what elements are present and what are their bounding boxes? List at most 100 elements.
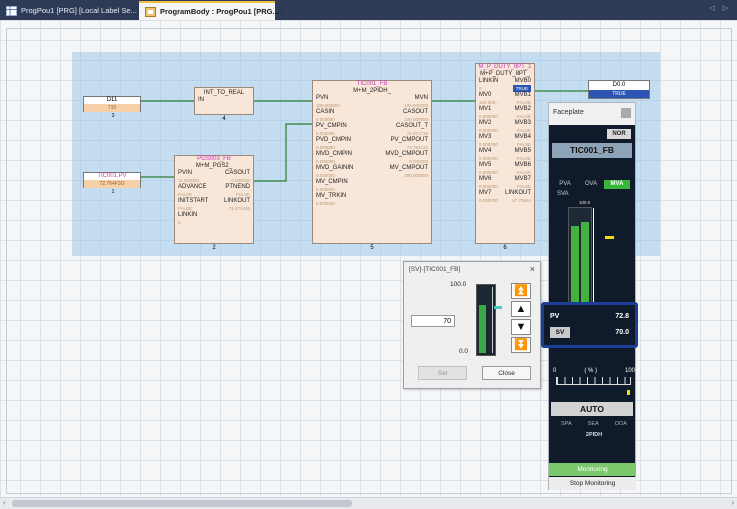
mv-marker-icon [627,390,630,395]
monitoring-button[interactable]: Monitoring [549,463,636,476]
sv-up-icon[interactable]: ▲ [511,301,531,317]
scroll-right-icon[interactable]: › [731,498,734,507]
block-row: 0.000000 FALSE [476,127,534,134]
scroll-thumb[interactable] [12,500,352,507]
scroll-left-icon[interactable]: ‹ [3,498,6,507]
horizontal-scrollbar[interactable]: ‹ › [0,497,737,509]
block-row-right: 72.764133 [406,145,428,150]
block-row: 0.000000 100.000000 [313,116,431,123]
mode-sva: SVA [557,191,569,197]
pv-sv-readout: PV 72.8 SV 70.0 [541,302,638,348]
block-row-right: MVB3 [514,120,531,126]
block-row-right: 100.000000 [404,103,428,108]
sv-gauge-ticks [490,287,493,353]
block-row-right: MV_CMPOUT [389,165,428,171]
block-row-left: MV0 [479,92,492,98]
algorithm-label: 2PIDH [585,432,603,438]
block-row: INITSTART LINKOUT [175,198,253,205]
sv-pointer-icon [605,236,614,239]
block-duty8pt-type: M+P_DUTY_8PT_ [480,71,530,77]
block-row: MV_TRKIN [313,193,431,200]
faceplate-header-title: Faceplate [553,109,584,116]
sv-dialog-title: [SV]-[TIC001_FB] [409,266,461,273]
block-row-left: PVN [316,95,329,101]
tab-local-label[interactable]: ProgPou1 [PRG] [Local Label Se... [0,1,137,20]
tab-scroll-icon[interactable]: ◁ ▷ [709,4,731,12]
block-int-to-real[interactable]: INT_TO_REAL IN [194,87,254,115]
block-row-left: FALSE [178,206,193,211]
var-d0[interactable]: D0.0 TRUE [588,80,650,99]
block-pgs003[interactable]: PGS003_FB M+M_PGS2_ PVIN CASOUT 11.000000 0… [174,155,254,244]
sv-input[interactable]: 70 [411,315,455,327]
block-row: 0.000000 FALSE [476,155,534,162]
mode-mva: MVA [604,180,630,189]
block-row: 100.000000 100.000000 [313,102,431,109]
faceplate-menu-icon[interactable] [621,108,631,118]
alarm-ooa: OOA [614,421,627,427]
block-row: 0.000000 FALSE [476,169,534,176]
block-row-left: 0.000000 [479,142,498,147]
block-row-left: 0.000000 [316,173,335,178]
tab-local-label-text: ProgPou1 [PRG] [Local Label Se... [21,6,137,15]
sv-max-down-icon[interactable]: ⏬ [511,337,531,353]
block-duty8pt-rows: LINKIN MVB0 0 TRUE MV0 MVB1 100.000... FALSE MV1… [476,78,534,204]
block-row-right: 71.871716 [406,131,428,136]
block-row-left: 0.000000 [479,184,498,189]
faceplate-header[interactable]: Faceplate [549,103,635,125]
block-row: MV3 MVB4 [476,134,534,141]
label-table-icon [6,5,17,16]
block-row: LINKIN [175,212,253,219]
block-row-right: LINKOUT [504,190,531,196]
var-tic-pv[interactable]: TIC001.PV 72.764F3O 1 [83,172,141,195]
block-row: ADVANCE PTNEND [175,184,253,191]
block-row: FALSE FALSE [175,191,253,198]
block-row: 0.000000 [313,186,431,193]
block-row: MV6 MVB7 [476,176,534,183]
alarm-labels: SPA SEA OOA [553,421,635,427]
block-row-left: MV3 [479,134,492,140]
block-row-left: 0.000000 [479,156,498,161]
sv-dialog-close-icon[interactable]: × [530,264,535,274]
nor-badge: NOR [607,129,631,139]
block-row-left: 0.000000 [479,170,498,175]
block-row-left: 0.000000 [479,198,498,203]
var-tic-pv-index: 1 [111,189,115,195]
auto-mode-button[interactable]: AUTO [551,402,633,416]
block-row-left: 0.000000 [316,201,335,206]
block-row: MV5 MVB6 [476,162,534,169]
tab-program-body[interactable]: ProgramBody : ProgPou1 [PRG... ✕ [139,1,285,20]
sv-max-up-icon[interactable]: ⏫ [511,283,531,299]
alarm-sea: SEA [587,421,599,427]
block-row: CASIN CASOUT [313,109,431,116]
block-tic001-rows: PVN MVN 100.000000 100.000000 CASIN CASOUT 0.0… [313,95,431,207]
stop-monitoring-button[interactable]: Stop Monitoring [549,477,636,490]
block-duty8pt[interactable]: M_P_DUTY_8PT_1 M+P_DUTY_8PT_ LINKIN MVB0 0… [475,63,535,244]
block-int-to-real-number: 4 [222,116,226,122]
pv-value: 72.8 [615,313,629,320]
block-row-left: MVD_CMPIN [316,151,353,157]
sv-button[interactable]: SV [550,327,570,338]
block-row-left: 0.000000 [479,114,498,119]
faceplate-modes: PVA OVA MVA [552,180,632,189]
var-d11[interactable]: D11 710 3 [83,96,141,119]
block-row-right: CASOUT_T [395,123,428,129]
block-row: MV_CMPIN [313,179,431,186]
block-row-left: PVD_CMPIN [316,137,352,143]
block-row-right: FALSE [516,114,531,119]
mv-scale-unit: ( % ) [584,368,597,374]
block-row-left: MV2 [479,120,492,126]
sv-gauge [476,284,496,356]
block-row: PVN MVN [313,95,431,102]
sv-down-icon[interactable]: ▼ [511,319,531,335]
mv-scale-min: 0 [553,368,557,374]
sv-close-button[interactable]: Close [482,366,531,380]
block-row-left: 0.000000 [316,145,335,150]
block-row-left: 0 [178,220,181,225]
block-tic001[interactable]: TIC001_FB M+M_2PIDH_ PVN MVN 100.000000 100… [312,80,432,244]
block-row-left: MV6 [479,176,492,182]
sv-set-button[interactable]: Set [418,366,467,380]
alarm-spa: SPA [561,421,572,427]
close-tab-icon[interactable]: ✕ [279,7,286,16]
block-row-left: 100.000000 [316,103,340,108]
block-row-left: MV_TRKIN [316,193,347,199]
